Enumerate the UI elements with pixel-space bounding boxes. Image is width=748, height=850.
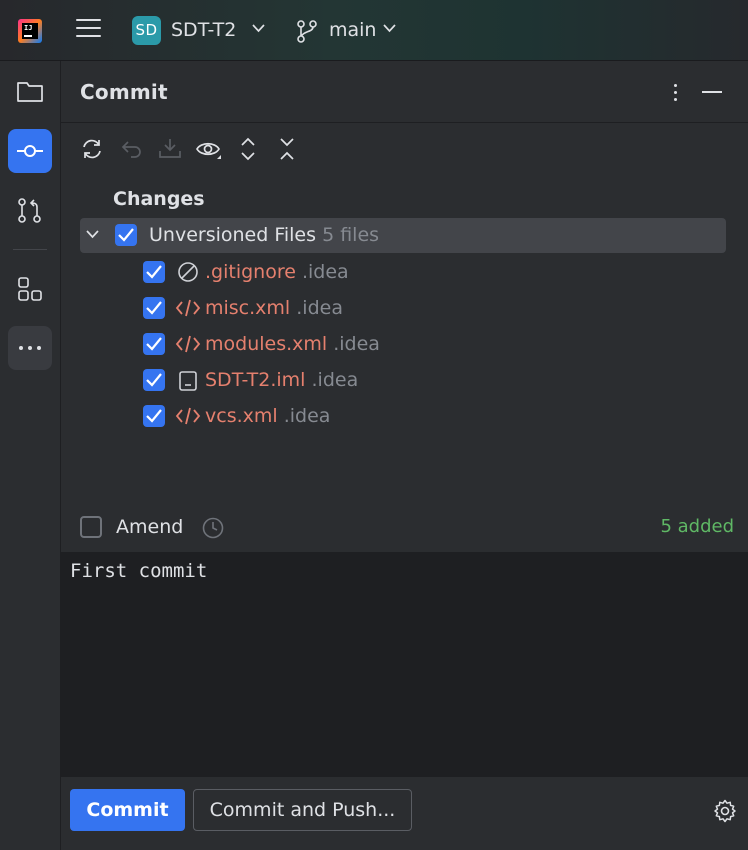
file-checkbox[interactable] bbox=[143, 369, 165, 391]
commit-message-editor[interactable]: First commit bbox=[61, 552, 748, 777]
show-diff-eye-icon[interactable] bbox=[196, 137, 222, 161]
folder-icon bbox=[17, 82, 43, 102]
file-checkbox[interactable] bbox=[143, 261, 165, 283]
checkmark-icon bbox=[146, 301, 162, 315]
commit-history-clock-icon[interactable] bbox=[201, 516, 225, 540]
branch-name[interactable]: main bbox=[329, 19, 376, 41]
branch-chevron-down-icon[interactable] bbox=[383, 24, 396, 33]
stripe-separator bbox=[13, 249, 47, 250]
checkmark-icon bbox=[146, 265, 162, 279]
tool-window-stripe bbox=[0, 61, 61, 850]
module-file-icon bbox=[179, 371, 197, 391]
group-label: Unversioned Files bbox=[149, 224, 317, 246]
checkmark-icon bbox=[146, 409, 162, 423]
ignore-file-icon bbox=[178, 262, 198, 282]
gear-icon[interactable] bbox=[713, 799, 737, 823]
commit-and-push-button[interactable]: Commit and Push... bbox=[193, 789, 412, 831]
file-name: modules.xml bbox=[205, 333, 328, 355]
expand-all-icon[interactable] bbox=[238, 137, 258, 161]
file-directory: .idea bbox=[311, 369, 359, 391]
minimize-icon[interactable] bbox=[702, 91, 722, 93]
intellij-logo-icon[interactable]: IJ bbox=[18, 19, 42, 43]
file-checkbox[interactable] bbox=[143, 333, 165, 355]
group-checkbox[interactable] bbox=[115, 224, 137, 246]
project-name[interactable]: SDT-T2 bbox=[171, 19, 236, 41]
title-bar: IJ SD SDT-T2 main bbox=[0, 0, 748, 61]
file-directory: .idea bbox=[296, 297, 343, 319]
collapse-all-icon[interactable] bbox=[277, 137, 297, 161]
checkmark-icon bbox=[118, 228, 134, 242]
rollback-icon[interactable] bbox=[120, 137, 144, 161]
project-tool-button[interactable] bbox=[8, 69, 52, 113]
file-directory: .idea bbox=[301, 261, 349, 283]
file-name: vcs.xml bbox=[205, 405, 278, 427]
file-directory: .idea bbox=[333, 333, 380, 355]
file-row[interactable]: misc.xml .idea bbox=[143, 290, 703, 326]
amend-label[interactable]: Amend bbox=[116, 516, 183, 538]
structure-icon bbox=[18, 277, 42, 301]
file-name: SDT-T2.iml bbox=[205, 369, 306, 391]
changes-header: Changes bbox=[113, 188, 205, 210]
branch-icon[interactable] bbox=[296, 19, 318, 43]
added-count-status: 5 added bbox=[660, 516, 734, 537]
project-chevron-down-icon[interactable] bbox=[252, 24, 265, 33]
pull-request-icon bbox=[18, 198, 41, 223]
header-divider bbox=[61, 122, 748, 123]
commit-button[interactable]: Commit bbox=[70, 789, 185, 831]
file-row[interactable]: SDT-T2.iml .idea bbox=[143, 362, 703, 398]
commit-message-text[interactable]: First commit bbox=[70, 560, 207, 582]
xml-file-icon bbox=[175, 407, 201, 425]
chevron-down-icon[interactable] bbox=[86, 230, 99, 239]
commit-icon bbox=[17, 145, 43, 157]
pull-requests-tool-button[interactable] bbox=[8, 189, 52, 233]
file-row[interactable]: vcs.xml .idea bbox=[143, 398, 703, 434]
checkmark-icon bbox=[146, 373, 162, 387]
checkmark-icon bbox=[146, 337, 162, 351]
commit-panel: Commit Changes Unversioned Files 5 files… bbox=[61, 61, 748, 850]
file-checkbox[interactable] bbox=[143, 297, 165, 319]
file-row[interactable]: modules.xml .idea bbox=[143, 326, 703, 362]
xml-file-icon bbox=[175, 335, 201, 353]
project-badge[interactable]: SD bbox=[132, 16, 161, 45]
panel-title: Commit bbox=[80, 80, 168, 104]
xml-file-icon bbox=[175, 299, 201, 317]
more-tools-button[interactable] bbox=[8, 326, 52, 370]
commit-tool-button[interactable] bbox=[8, 129, 52, 173]
group-file-count: 5 files bbox=[322, 224, 380, 246]
file-name: .gitignore bbox=[205, 261, 296, 283]
more-horizontal-icon bbox=[19, 346, 41, 350]
file-checkbox[interactable] bbox=[143, 405, 165, 427]
shelve-icon[interactable] bbox=[158, 137, 182, 161]
file-name: misc.xml bbox=[205, 297, 291, 319]
file-row[interactable]: .gitignore .idea bbox=[143, 254, 703, 290]
unversioned-files-group[interactable]: Unversioned Files 5 files bbox=[80, 218, 726, 253]
options-kebab-icon[interactable] bbox=[665, 81, 685, 105]
refresh-icon[interactable] bbox=[80, 137, 104, 161]
structure-tool-button[interactable] bbox=[8, 267, 52, 311]
file-directory: .idea bbox=[283, 405, 331, 427]
amend-checkbox[interactable] bbox=[80, 516, 102, 538]
main-menu-icon[interactable] bbox=[76, 19, 101, 41]
